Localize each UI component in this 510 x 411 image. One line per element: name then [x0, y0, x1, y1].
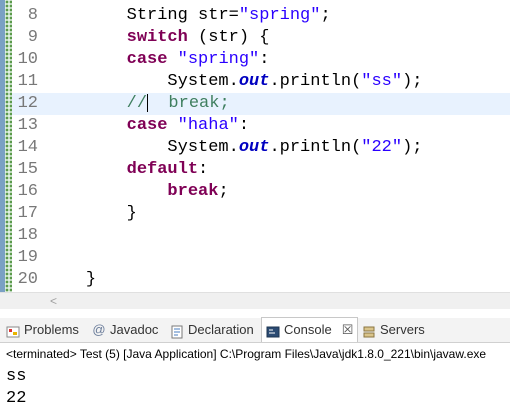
tab-javadoc-label: Javadoc	[110, 322, 159, 337]
line-number: 13	[17, 116, 38, 135]
scroll-left-icon[interactable]: <	[50, 293, 57, 309]
code-token: .println(	[269, 138, 362, 157]
servers-icon	[362, 323, 376, 338]
console-output-line: ss	[6, 367, 27, 386]
line-number: 10	[17, 50, 38, 69]
code-text: System.out.println("22");	[45, 137, 423, 159]
code-line[interactable]: 15 default:	[12, 159, 510, 181]
console-status-line: <terminated> Test (5) [Java Application]…	[6, 347, 487, 361]
console-icon	[266, 323, 280, 338]
editor-horizontal-scrollbar[interactable]: <	[0, 292, 510, 309]
tab-declaration-label: Declaration	[188, 322, 254, 337]
code-text: // break;	[45, 93, 230, 115]
line-number: 16	[17, 182, 38, 201]
code-token: break	[167, 182, 219, 201]
code-token: );	[402, 138, 423, 157]
code-token: );	[402, 72, 423, 91]
bottom-view-tabbar: Problems @ Javadoc Declaration Console ☒…	[0, 317, 510, 343]
code-line[interactable]: 8 String str="spring";	[12, 5, 510, 27]
code-token: "ss"	[361, 72, 403, 91]
line-number: 18	[17, 226, 38, 245]
code-line[interactable]: 17 }	[12, 203, 510, 225]
code-text: System.out.println("ss");	[45, 71, 423, 93]
line-number: 15	[17, 160, 38, 179]
code-text: break;	[45, 181, 229, 203]
code-token: case	[126, 50, 168, 69]
code-line[interactable]: 20 }	[12, 269, 510, 291]
tab-console[interactable]: Console ☒	[261, 317, 359, 342]
tab-servers[interactable]: Servers	[362, 318, 425, 342]
code-text: case "spring":	[45, 49, 270, 71]
code-text: }	[45, 269, 96, 291]
code-text: String str="spring";	[45, 5, 331, 27]
code-token: }	[85, 270, 97, 289]
code-token: .println(	[269, 72, 362, 91]
code-line[interactable]: 16 break;	[12, 181, 510, 203]
close-icon[interactable]: ☒	[342, 318, 354, 342]
problems-icon	[6, 323, 20, 338]
editor-change-markers	[5, 0, 12, 292]
declaration-icon	[170, 323, 184, 339]
code-token: System.	[167, 138, 239, 157]
code-text: }	[45, 203, 137, 225]
line-number: 9	[27, 28, 38, 47]
code-text: switch (str) {	[45, 27, 270, 49]
code-token: "spring"	[177, 50, 260, 69]
tab-javadoc[interactable]: @ Javadoc	[92, 318, 158, 342]
code-token: ;	[218, 182, 229, 201]
code-line[interactable]: 14 System.out.println("22");	[12, 137, 510, 159]
code-token: }	[126, 204, 137, 223]
line-number: 8	[27, 6, 38, 25]
code-token: ;	[320, 6, 331, 25]
code-line[interactable]: 19	[12, 247, 510, 269]
code-line[interactable]: 18	[12, 225, 510, 247]
view-separator	[0, 309, 510, 318]
console-output[interactable]: ss 22	[6, 366, 26, 410]
tab-servers-label: Servers	[380, 322, 425, 337]
line-number: 11	[17, 72, 38, 91]
line-number: 12	[17, 94, 38, 113]
line-number: 14	[17, 138, 38, 157]
tab-declaration[interactable]: Declaration	[170, 318, 254, 342]
code-token: "22"	[361, 138, 403, 157]
code-token: :	[259, 50, 270, 69]
code-line[interactable]: 13 case "haha":	[12, 115, 510, 137]
code-token: break;	[148, 94, 230, 113]
console-output-line: 22	[6, 389, 27, 408]
code-token: :	[198, 160, 209, 179]
code-lines[interactable]: 8 String str="spring"; 9 switch (str) {10…	[12, 5, 510, 291]
code-token: out	[238, 72, 270, 91]
code-token: (str) {	[187, 28, 270, 47]
code-token: System.	[167, 72, 239, 91]
code-token: out	[238, 138, 270, 157]
code-text: case "haha":	[45, 115, 249, 137]
code-line[interactable]: 10 case "spring":	[12, 49, 510, 71]
line-number: 17	[17, 204, 38, 223]
line-number: 20	[17, 270, 38, 289]
code-token: default	[126, 160, 199, 179]
code-line[interactable]: 9 switch (str) {	[12, 27, 510, 49]
code-token: switch	[126, 28, 188, 47]
code-token: String str=	[126, 6, 239, 25]
code-token: //	[126, 94, 148, 113]
code-token: case	[126, 116, 168, 135]
code-line[interactable]: 12 // break;	[12, 93, 510, 115]
javadoc-icon: @	[92, 322, 106, 337]
tab-console-label: Console	[284, 322, 332, 337]
code-token: "haha"	[177, 116, 239, 135]
code-token: :	[238, 116, 250, 135]
code-text: default:	[45, 159, 209, 181]
tab-problems-label: Problems	[24, 322, 79, 337]
code-token: "spring"	[238, 6, 321, 25]
line-number: 19	[17, 248, 38, 267]
tab-problems[interactable]: Problems	[6, 318, 79, 342]
code-line[interactable]: 11 System.out.println("ss");	[12, 71, 510, 93]
code-editor[interactable]: 8 String str="spring"; 9 switch (str) {10…	[0, 0, 510, 292]
